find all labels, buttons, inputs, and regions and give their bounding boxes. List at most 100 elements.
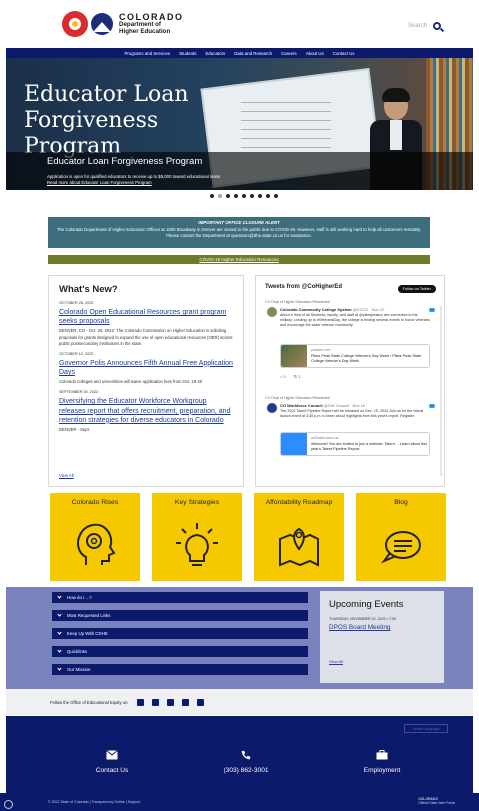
instagram-icon[interactable] bbox=[166, 698, 174, 706]
office-closure-alert: IMPORTANT OFFICE CLOSURE ALERT The Color… bbox=[48, 217, 430, 248]
main-nav: Programs and Services Students Educators… bbox=[6, 48, 473, 58]
head-gear-icon bbox=[77, 523, 116, 565]
chat-bubbles-icon bbox=[381, 531, 421, 564]
map-pin-icon bbox=[279, 527, 319, 567]
tweet[interactable]: CO Dept of Higher Education Retweeted Co… bbox=[265, 300, 437, 379]
news-title-link[interactable]: Governor Polis Announces Fifth Annual Fr… bbox=[59, 359, 233, 377]
hero-title: Educator Loan Forgiveness Program bbox=[24, 82, 189, 159]
lightbulb-icon bbox=[176, 523, 218, 566]
news-title-link[interactable]: Colorado Open Educational Resources gran… bbox=[59, 308, 233, 326]
chevron-down-icon bbox=[57, 630, 62, 635]
language-select[interactable]: Select Language bbox=[404, 724, 448, 733]
hero-read-more-link[interactable]: Read more about Educator Loan Forgivenes… bbox=[47, 180, 152, 185]
carousel-dot[interactable] bbox=[274, 194, 278, 198]
youtube-icon[interactable] bbox=[181, 698, 189, 706]
state-portal-logo[interactable]: COLORADO Official State Web Portal bbox=[418, 797, 455, 805]
feed-scrollbar[interactable] bbox=[440, 306, 442, 476]
nav-students[interactable]: Students bbox=[179, 51, 196, 56]
chevron-down-icon bbox=[57, 612, 62, 617]
search-label: Search bbox=[408, 23, 428, 29]
upcoming-events-panel: Upcoming Events THURSDAY, NOVEMBER 10, 2… bbox=[320, 591, 444, 683]
carousel-dot[interactable] bbox=[250, 194, 254, 198]
page: COLORADO Department of Higher Education … bbox=[0, 0, 479, 811]
whats-new-panel: What's New? OCTOBER 26, 2022 Colorado Op… bbox=[48, 275, 244, 487]
logo-line2: Higher Education bbox=[119, 27, 171, 35]
tweet[interactable]: CO Dept of Higher Education Retweeted CO… bbox=[265, 396, 437, 456]
news-item: SEPTEMBER 30, 2022 Diversifying the Educ… bbox=[59, 390, 233, 433]
nav-programs[interactable]: Programs and Services bbox=[124, 51, 170, 56]
tweet-link-card[interactable]: youtube.com Pikes Peak State College Vet… bbox=[280, 344, 430, 368]
tweet-link-card[interactable]: us02web.zoom.us Welcome! You are invited… bbox=[280, 432, 430, 456]
news-heading: What's New? bbox=[59, 284, 118, 295]
search-icon[interactable] bbox=[433, 22, 442, 30]
covid-resources-link[interactable]: COVID-19 Higher Education Resources bbox=[48, 255, 430, 264]
facebook-icon[interactable] bbox=[136, 698, 144, 706]
follow-button[interactable]: Follow on Twitter bbox=[397, 285, 436, 293]
card-thumbnail bbox=[281, 345, 307, 367]
equity-social-bar: Follow the Office of Educational Equity … bbox=[6, 689, 473, 715]
accordion-quicklinks[interactable]: Quicklinks bbox=[52, 646, 308, 657]
cdhe-logo[interactable]: COLORADO Department of Higher Education bbox=[62, 10, 184, 38]
zoom-logo bbox=[281, 433, 307, 455]
chevron-down-icon bbox=[57, 666, 62, 671]
tile-blog[interactable]: Blog bbox=[356, 493, 446, 581]
tile-key-strategies[interactable]: Key Strategies bbox=[152, 493, 242, 581]
news-item: OCTOBER 12, 2022 Governor Polis Announce… bbox=[59, 351, 233, 385]
carousel-dot[interactable] bbox=[234, 194, 238, 198]
avatar bbox=[267, 307, 277, 317]
tweet-text: About a third of all Students, faculty, … bbox=[280, 313, 430, 328]
colorado-c-icon bbox=[62, 11, 88, 37]
avatar bbox=[267, 403, 277, 413]
linkedin-icon[interactable] bbox=[196, 698, 204, 706]
carousel-dot[interactable] bbox=[258, 194, 262, 198]
chat-bubble-icon[interactable] bbox=[4, 800, 13, 809]
footer-phone[interactable]: (303) 862-3001 bbox=[206, 750, 286, 774]
news-view-all-link[interactable]: View All bbox=[59, 473, 74, 478]
reply-icon[interactable]: ○ 0 bbox=[280, 374, 286, 379]
tile-affordability-roadmap[interactable]: Affordability Roadmap bbox=[254, 493, 344, 581]
twitter-feed[interactable]: Tweets from @CoHigherEd Follow on Twitte… bbox=[255, 275, 445, 487]
hero-carousel[interactable]: Educator Loan Forgiveness Program Educat… bbox=[6, 58, 473, 190]
retweet-label: CO Dept of Higher Education Retweeted bbox=[265, 396, 330, 400]
footer-contact[interactable]: Contact Us bbox=[72, 750, 152, 774]
carousel-dot[interactable] bbox=[218, 194, 222, 198]
tweet-author: Colorado Community College System bbox=[280, 307, 352, 312]
accordion-most-requested[interactable]: Most Requested Links bbox=[52, 610, 308, 621]
alert-body: The Colorado Department of Higher Educat… bbox=[56, 227, 422, 239]
event-title-link[interactable]: DPOS Board Meeting bbox=[329, 624, 435, 631]
chevron-down-icon bbox=[57, 594, 62, 599]
news-item: OCTOBER 26, 2022 Colorado Open Education… bbox=[59, 301, 233, 346]
copyright-text: © 2022 State of Colorado | Transparency … bbox=[48, 800, 141, 804]
nav-about[interactable]: About Us bbox=[306, 51, 324, 56]
carousel-dots bbox=[210, 194, 278, 198]
search-control[interactable]: Search bbox=[408, 22, 442, 30]
footer-employment[interactable]: Employment bbox=[342, 750, 422, 774]
events-view-all-link[interactable]: View All bbox=[329, 659, 343, 664]
events-heading: Upcoming Events bbox=[329, 599, 404, 610]
nav-educators[interactable]: Educators bbox=[205, 51, 225, 56]
carousel-dot[interactable] bbox=[210, 194, 214, 198]
tile-colorado-rises[interactable]: Colorado Rises bbox=[50, 493, 140, 581]
retweet-label: CO Dept of Higher Education Retweeted bbox=[265, 300, 330, 304]
carousel-dot[interactable] bbox=[242, 194, 246, 198]
accordion-our-mission[interactable]: Our Mission bbox=[52, 664, 308, 675]
news-title-link[interactable]: Diversifying the Educator Workforce Work… bbox=[59, 397, 233, 425]
retweet-icon[interactable]: ⇅ 2 bbox=[294, 374, 301, 379]
copyright-bar: © 2022 State of Colorado | Transparency … bbox=[0, 793, 479, 811]
hero-subtitle: Educator Loan Forgiveness Program bbox=[47, 156, 203, 167]
nav-data-research[interactable]: Data and Research bbox=[234, 51, 272, 56]
hero-description: Application is open for qualified educat… bbox=[47, 174, 221, 179]
accordion-keep-up[interactable]: Keep Up With CDHE bbox=[52, 628, 308, 639]
twitter-icon[interactable] bbox=[151, 698, 159, 706]
site-footer: Select Language Contact Us (303) 862-300… bbox=[6, 716, 473, 793]
chevron-down-icon bbox=[57, 648, 62, 653]
carousel-dot[interactable] bbox=[266, 194, 270, 198]
nav-careers[interactable]: Careers bbox=[281, 51, 297, 56]
briefcase-icon bbox=[376, 750, 388, 760]
carousel-dot[interactable] bbox=[226, 194, 230, 198]
alert-title: IMPORTANT OFFICE CLOSURE ALERT bbox=[198, 220, 280, 225]
twitter-bird-icon bbox=[429, 308, 435, 312]
mountain-icon bbox=[91, 13, 113, 35]
accordion-how-do-i[interactable]: How do I ...? bbox=[52, 592, 308, 603]
nav-contact[interactable]: Contact Us bbox=[333, 51, 355, 56]
